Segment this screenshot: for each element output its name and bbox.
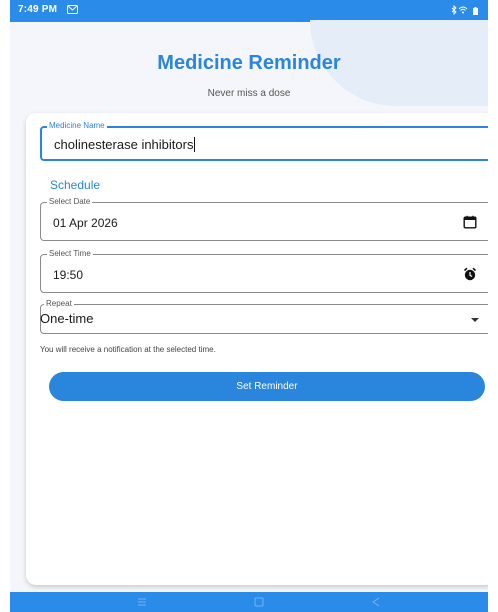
medicine-name-value: cholinesterase inhibitors <box>54 137 194 152</box>
status-bar: 7:49 PM <box>10 0 488 22</box>
home-icon[interactable] <box>254 597 264 607</box>
select-date-field[interactable]: Select Date 01 Apr 2026 <box>40 197 488 241</box>
app-screen: 7:49 PM Medicine Reminder Never miss a d… <box>10 0 488 612</box>
repeat-value: One-time <box>40 311 94 326</box>
select-date-value: 01 Apr 2026 <box>53 216 118 230</box>
text-cursor <box>194 137 196 152</box>
page-subtitle: Never miss a dose <box>207 88 291 99</box>
status-time: 7:49 PM <box>18 4 58 15</box>
message-icon <box>67 5 78 14</box>
medicine-name-label: Medicine Name <box>47 121 107 131</box>
back-icon[interactable] <box>371 597 381 607</box>
navigation-bar <box>10 592 488 612</box>
medicine-name-field[interactable]: Medicine Name cholinesterase inhibitors <box>40 121 488 161</box>
select-time-value: 19:50 <box>53 268 84 282</box>
repeat-select[interactable]: Repeat One-time <box>40 299 488 334</box>
schedule-heading: Schedule <box>50 178 101 192</box>
set-reminder-button[interactable]: Set Reminder <box>49 372 485 401</box>
bluetooth-icon <box>451 5 457 15</box>
select-time-label: Select Time <box>47 249 93 259</box>
select-date-label: Select Date <box>47 197 93 207</box>
repeat-label: Repeat <box>44 299 74 309</box>
select-time-field[interactable]: Select Time 19:50 <box>40 249 488 293</box>
system-status-icons <box>451 5 478 15</box>
medicine-name-input[interactable]: cholinesterase inhibitors <box>54 137 196 152</box>
wifi-icon <box>458 6 468 14</box>
calendar-icon[interactable] <box>463 215 477 229</box>
reminder-form-card: Medicine Name cholinesterase inhibitors … <box>26 113 488 585</box>
recents-icon[interactable] <box>137 597 147 607</box>
page-title: Medicine Reminder <box>157 52 341 74</box>
battery-icon <box>473 7 478 15</box>
helper-text: You will receive a notification at the s… <box>40 345 216 354</box>
alarm-clock-icon[interactable] <box>463 267 477 281</box>
dropdown-arrow-icon[interactable] <box>471 318 479 322</box>
